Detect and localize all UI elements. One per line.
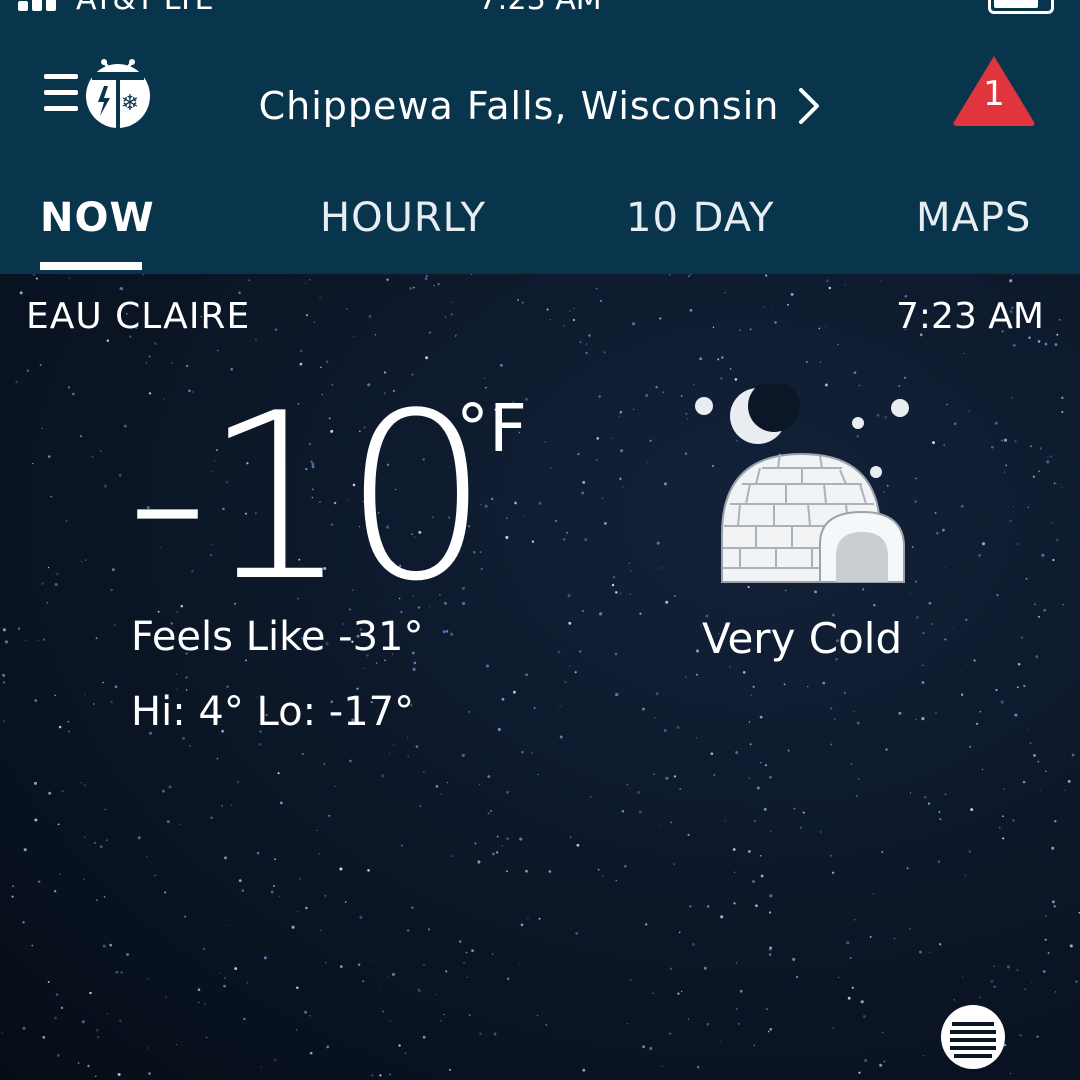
weatherbug-logo-icon: ❄ — [86, 59, 150, 128]
hamburger-icon: ❄ — [44, 59, 150, 128]
location-selector[interactable]: Chippewa Falls, Wisconsin — [230, 78, 850, 134]
menu-logo-button[interactable]: ❄ — [42, 58, 154, 128]
tab-hourly[interactable]: HOURLY — [320, 190, 486, 250]
feels-like: Feels Like -31° — [131, 614, 424, 660]
hi-lo: Hi: 4° Lo: -17° — [131, 689, 415, 735]
active-tab-indicator — [40, 262, 142, 270]
observation-time: 7:23 AM — [896, 296, 1044, 337]
tab-now[interactable]: NOW — [40, 190, 155, 250]
current-conditions-panel: EAU CLAIRE 7:23 AM -10 °F Feels Like -31… — [0, 274, 1080, 1080]
tab-bar: NOW HOURLY 10 DAY MAPS — [0, 190, 1080, 274]
chevron-right-icon — [799, 88, 820, 124]
clock: 7:23 AM — [0, 0, 1080, 17]
list-icon — [941, 1005, 1005, 1069]
temperature-unit: °F — [456, 390, 527, 467]
igloo-night-icon — [690, 380, 920, 584]
alert-count: 1 — [983, 74, 1005, 114]
alert-button[interactable]: 1 — [950, 52, 1038, 128]
svg-text:❄: ❄ — [121, 91, 139, 116]
list-menu-button[interactable] — [940, 1004, 1006, 1070]
current-temperature: -10 — [126, 365, 490, 632]
battery-icon — [988, 0, 1054, 14]
tab-10-day[interactable]: 10 DAY — [626, 190, 774, 250]
station-name: EAU CLAIRE — [26, 296, 251, 337]
tab-maps[interactable]: MAPS — [916, 190, 1031, 250]
location-name: Chippewa Falls, Wisconsin — [258, 84, 780, 128]
condition-text: Very Cold — [702, 614, 903, 663]
status-bar: AT&T LTE 7:23 AM — [0, 0, 1080, 24]
app-header: AT&T LTE 7:23 AM ❄ Chippewa Falls, Wisco… — [0, 0, 1080, 274]
